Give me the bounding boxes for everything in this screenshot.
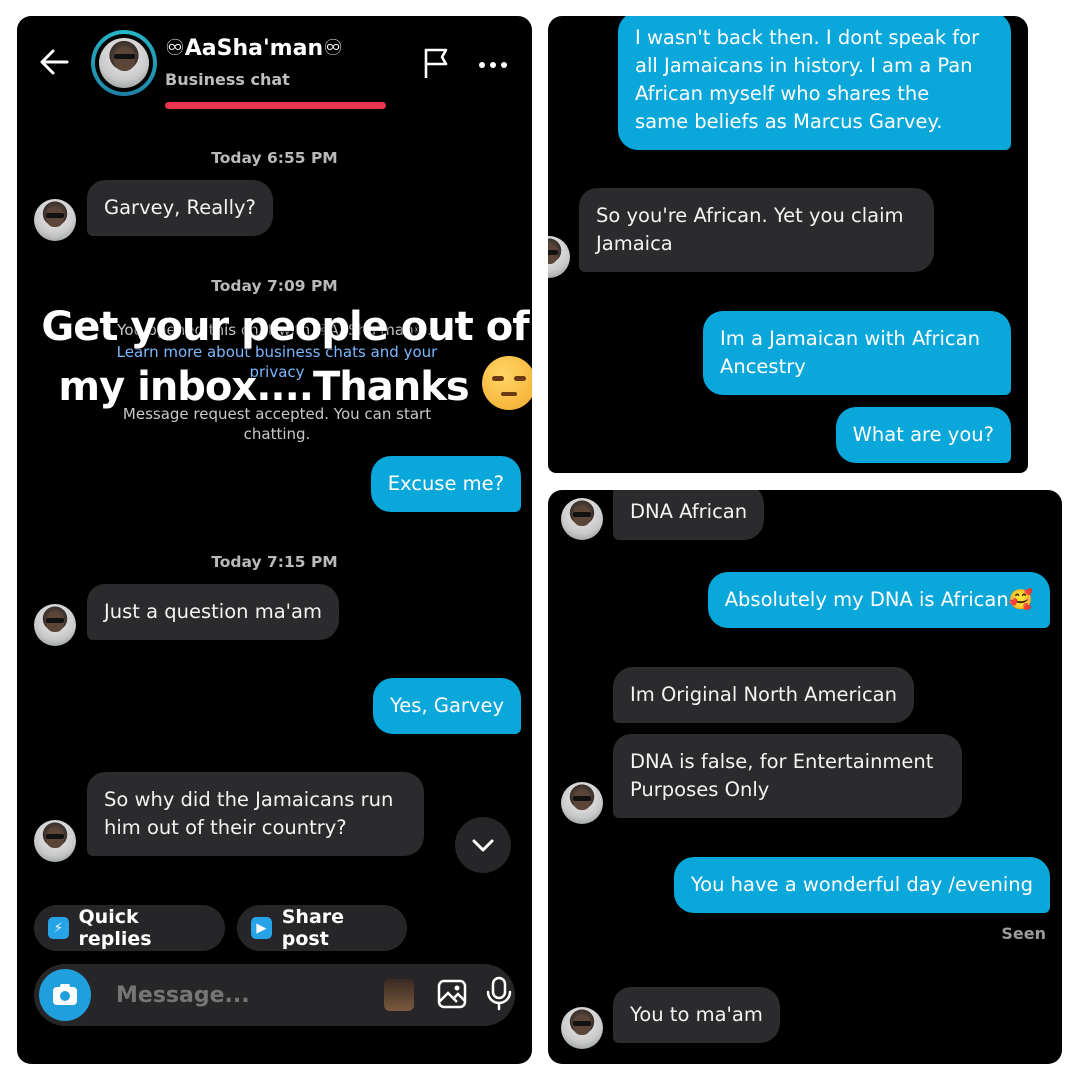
message-incoming[interactable]: Just a question ma'am — [87, 584, 339, 640]
message-outgoing[interactable]: Yes, Garvey — [372, 678, 521, 734]
message-incoming[interactable]: You to ma'am — [613, 987, 780, 1043]
message-incoming[interactable]: So why did the Jamaicans run him out of … — [87, 772, 424, 856]
message-incoming[interactable]: Garvey, Really? — [87, 180, 273, 236]
lightning-icon: ⚡ — [48, 917, 69, 939]
chat-screen-main: ♾AaSha'man♾ Business chat Today 6:55 PM … — [17, 16, 532, 1064]
quick-replies-label: Quick replies — [78, 906, 152, 950]
sender-avatar — [34, 604, 76, 646]
flag-icon[interactable] — [422, 46, 452, 80]
back-arrow-icon[interactable] — [37, 46, 73, 78]
sticker-avatar-icon[interactable] — [384, 979, 414, 1011]
message-incoming[interactable]: Im Original North American — [613, 667, 914, 723]
chat-screenshot-top-right: I wasn't back then. I dont speak for all… — [548, 16, 1028, 473]
message-outgoing[interactable]: You have a wonderful day /evening — [673, 857, 1050, 913]
sender-avatar — [548, 236, 570, 278]
gallery-icon[interactable] — [436, 978, 468, 1010]
sender-avatar — [34, 199, 76, 241]
share-post-button[interactable]: ▶ Share post — [237, 905, 407, 951]
message-outgoing[interactable]: Absolutely my DNA is African🥰 — [707, 572, 1050, 628]
sender-avatar — [561, 498, 603, 540]
chat-screenshot-bottom-right: DNA African Absolutely my DNA is African… — [548, 490, 1062, 1064]
message-outgoing[interactable]: Im a Jamaican with African Ancestry — [703, 311, 1011, 395]
chat-subtitle: Business chat — [165, 70, 290, 89]
sender-avatar — [34, 820, 76, 862]
overlay-caption-text: my inbox....Thanks — [58, 364, 469, 410]
scroll-down-button[interactable] — [455, 817, 511, 873]
more-options-icon[interactable] — [478, 56, 508, 68]
contact-name[interactable]: ♾AaSha'man♾ — [165, 36, 343, 61]
message-outgoing[interactable]: Excuse me? — [370, 456, 521, 512]
message-composer[interactable] — [34, 964, 515, 1026]
camera-button[interactable] — [39, 969, 91, 1021]
chevron-down-icon — [472, 839, 494, 852]
contact-avatar[interactable] — [91, 30, 157, 96]
message-incoming[interactable]: So you're African. Yet you claim Jamaica — [579, 188, 934, 272]
seen-status: Seen — [1001, 924, 1046, 943]
camera-icon — [53, 984, 77, 1005]
sender-avatar — [561, 1007, 603, 1049]
message-outgoing[interactable]: I wasn't back then. I dont speak for all… — [618, 16, 1011, 150]
sender-avatar — [561, 782, 603, 824]
message-outgoing[interactable]: What are you? — [835, 407, 1011, 463]
header-accent-bar — [165, 102, 386, 109]
message-incoming[interactable]: DNA African — [613, 490, 765, 540]
share-post-label: Share post — [281, 906, 345, 950]
timestamp: Today 7:15 PM — [211, 553, 338, 571]
play-icon: ▶ — [251, 917, 272, 939]
timestamp: Today 7:09 PM — [211, 277, 338, 295]
overlay-caption-line1: Get your people out of — [41, 304, 529, 350]
microphone-icon[interactable] — [486, 976, 512, 1012]
quick-replies-button[interactable]: ⚡ Quick replies — [34, 905, 225, 951]
unamused-face-icon — [481, 356, 532, 410]
timestamp: Today 6:55 PM — [211, 149, 338, 167]
message-input[interactable] — [114, 978, 368, 1012]
message-incoming[interactable]: DNA is false, for Entertainment Purposes… — [613, 734, 962, 818]
overlay-caption-line2: my inbox....Thanks — [47, 356, 532, 417]
